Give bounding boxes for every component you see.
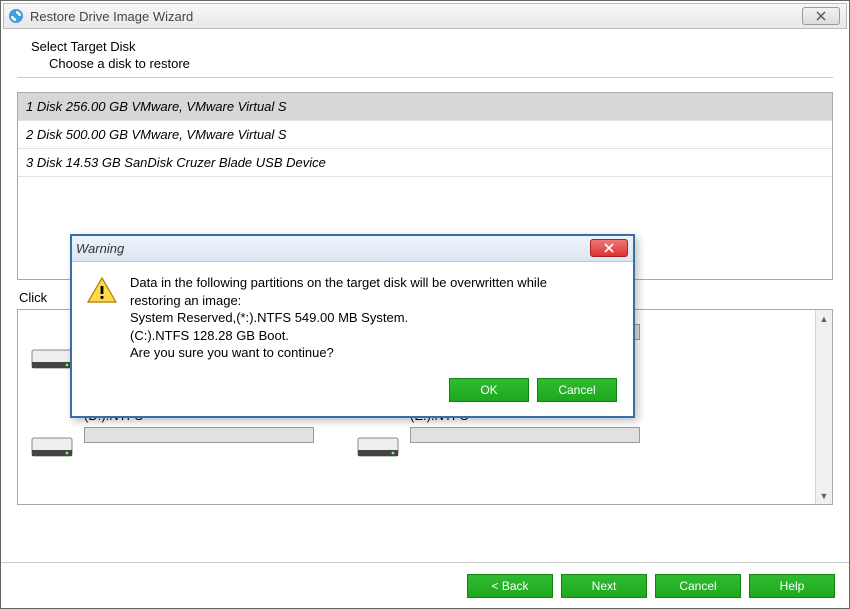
dialog-message: Data in the following partitions on the … [130,274,547,362]
warning-icon [86,276,118,304]
next-button[interactable]: Next [561,574,647,598]
dialog-line: Data in the following partitions on the … [130,274,547,292]
wizard-footer: < Back Next Cancel Help [1,562,849,608]
scrollbar[interactable]: ▲ ▼ [815,310,832,504]
dialog-titlebar: Warning [72,236,633,262]
cancel-button[interactable]: Cancel [655,574,741,598]
drive-icon [30,428,74,464]
dialog-line: (C:).NTFS 128.28 GB Boot. [130,327,547,345]
ok-button[interactable]: OK [449,378,529,402]
dialog-cancel-button[interactable]: Cancel [537,378,617,402]
scroll-up-icon[interactable]: ▲ [816,310,832,327]
help-button[interactable]: Help [749,574,835,598]
wizard-header: Select Target Disk Choose a disk to rest… [17,29,833,78]
partition-usage-bar [84,427,314,443]
wizard-step-subtitle: Choose a disk to restore [31,56,819,71]
wizard-step-title: Select Target Disk [31,39,819,54]
partition-usage-bar [410,427,640,443]
dialog-line: restoring an image: [130,292,547,310]
dialog-footer: OK Cancel [72,368,633,416]
app-icon [8,8,24,24]
drive-icon [30,340,74,376]
dialog-line: Are you sure you want to continue? [130,344,547,362]
window-title: Restore Drive Image Wizard [30,9,193,24]
drive-icon [356,428,400,464]
disk-row[interactable]: 3 Disk 14.53 GB SanDisk Cruzer Blade USB… [18,149,832,177]
dialog-title: Warning [76,241,124,256]
disk-row[interactable]: 2 Disk 500.00 GB VMware, VMware Virtual … [18,121,832,149]
warning-dialog: Warning Data in the following partitions… [70,234,635,418]
dialog-line: System Reserved,(*:).NTFS 549.00 MB Syst… [130,309,547,327]
back-button[interactable]: < Back [467,574,553,598]
dialog-close-button[interactable] [590,239,628,257]
window-titlebar: Restore Drive Image Wizard [3,3,847,29]
window-close-button[interactable] [802,7,840,25]
disk-row[interactable]: 1 Disk 256.00 GB VMware, VMware Virtual … [18,93,832,121]
scroll-down-icon[interactable]: ▼ [816,487,832,504]
